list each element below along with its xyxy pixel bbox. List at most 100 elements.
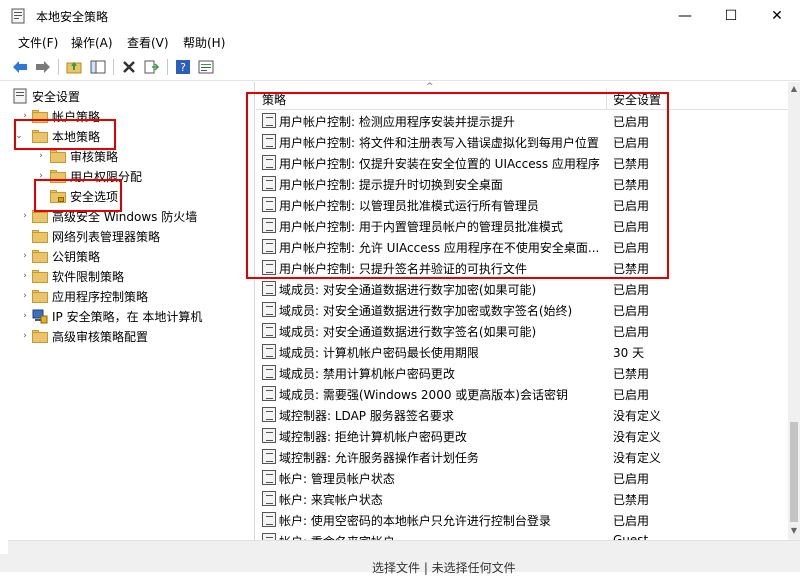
table-row[interactable]: 帐户: 使用空密码的本地帐户只允许进行控制台登录 已启用	[256, 509, 788, 530]
policy-name: 用户帐户控制: 只提升签名并验证的可执行文件	[279, 262, 527, 276]
window-title: 本地安全策略	[36, 10, 109, 24]
table-row[interactable]: 域成员: 计算机帐户密码最长使用期限 30 天	[256, 341, 788, 362]
table-row[interactable]: 用户帐户控制: 将文件和注册表写入错误虚拟化到每用户位置 已启用	[256, 131, 788, 152]
policy-setting: 已启用	[613, 514, 650, 528]
policy-setting: 已禁用	[613, 178, 650, 192]
export-list-icon[interactable]	[142, 57, 162, 77]
tree-item-local-policies[interactable]: 本地策略	[32, 126, 100, 146]
show-hide-tree-icon[interactable]	[88, 57, 108, 77]
policy-setting: 已禁用	[613, 367, 650, 381]
policy-name: 用户帐户控制: 提示提升时切换到安全桌面	[279, 178, 503, 192]
table-row[interactable]: 域控制器: 拒绝计算机帐户密码更改 没有定义	[256, 425, 788, 446]
table-row[interactable]: 用户帐户控制: 仅提升安装在安全位置的 UIAccess 应用程序 已禁用	[256, 152, 788, 173]
vertical-scrollbar[interactable]: ▲ ▼	[788, 82, 800, 540]
chevron-right-icon[interactable]: ›	[20, 306, 30, 326]
table-row[interactable]: 域成员: 对安全通道数据进行数字加密(如果可能) 已启用	[256, 278, 788, 299]
folder-icon	[32, 329, 48, 343]
tree-item-ip-security[interactable]: IP 安全策略，在 本地计算机	[32, 306, 202, 326]
tree-item-firewall[interactable]: 高级安全 Windows 防火墙	[32, 206, 197, 226]
menu-action[interactable]: 操作(A)	[71, 34, 113, 51]
help-icon[interactable]: ?	[173, 57, 193, 77]
chevron-right-icon[interactable]: ›	[20, 106, 30, 126]
tree-label: 帐户策略	[52, 109, 101, 124]
scroll-down-icon[interactable]: ▼	[788, 526, 800, 538]
delete-icon[interactable]	[119, 57, 139, 77]
policy-setting: 已禁用	[613, 262, 650, 276]
policy-icon	[262, 155, 276, 170]
chevron-down-icon[interactable]: ⌄	[14, 126, 24, 146]
table-row[interactable]: 域成员: 对安全通道数据进行数字加密或数字签名(始终) 已启用	[256, 299, 788, 320]
policy-setting: 已禁用	[613, 157, 650, 171]
table-row[interactable]: 用户帐户控制: 允许 UIAccess 应用程序在不使用安全桌面... 已启用	[256, 236, 788, 257]
scroll-thumb[interactable]	[790, 422, 798, 522]
tree-item-advanced-audit[interactable]: 高级审核策略配置	[32, 326, 148, 346]
column-divider[interactable]	[606, 88, 607, 110]
back-arrow-icon[interactable]	[10, 57, 30, 77]
forward-arrow-icon[interactable]	[33, 57, 53, 77]
table-row[interactable]: 用户帐户控制: 检测应用程序安装并提示提升 已启用	[256, 110, 788, 131]
column-header-setting[interactable]: 安全设置	[613, 91, 661, 108]
status-bar: 选择文件 | 未选择任何文件	[0, 554, 800, 575]
table-row[interactable]: 帐户: 管理员帐户状态 已启用	[256, 467, 788, 488]
chevron-right-icon[interactable]: ›	[36, 146, 46, 166]
policy-name: 域成员: 禁用计算机帐户密码更改	[279, 367, 455, 381]
policy-icon	[262, 113, 276, 128]
policy-icon	[262, 365, 276, 380]
menu-file[interactable]: 文件(F)	[18, 34, 58, 51]
tree-item-audit-policy[interactable]: 审核策略	[50, 146, 118, 166]
up-folder-icon[interactable]	[64, 57, 84, 77]
table-row[interactable]: 帐户: 来宾帐户状态 已禁用	[256, 488, 788, 509]
chevron-right-icon[interactable]: ›	[36, 166, 46, 186]
table-row[interactable]: 域成员: 禁用计算机帐户密码更改 已禁用	[256, 362, 788, 383]
chevron-right-icon[interactable]: ›	[20, 326, 30, 346]
tree-item-network-list[interactable]: 网络列表管理器策略	[32, 226, 160, 246]
chevron-right-icon[interactable]: ›	[20, 246, 30, 266]
menu-help[interactable]: 帮助(H)	[183, 34, 225, 51]
chevron-right-icon[interactable]: ›	[20, 266, 30, 286]
policy-setting: 已启用	[613, 220, 650, 234]
table-row[interactable]: 用户帐户控制: 只提升签名并验证的可执行文件 已禁用	[256, 257, 788, 278]
policy-setting: 已启用	[613, 388, 650, 402]
policy-icon	[262, 428, 276, 443]
tree-root-security-settings[interactable]: 安全设置	[12, 86, 80, 106]
folder-icon	[32, 129, 48, 143]
tree-item-app-control[interactable]: 应用程序控制策略	[32, 286, 148, 306]
chevron-right-icon[interactable]: ›	[20, 286, 30, 306]
policy-name: 帐户: 使用空密码的本地帐户只允许进行控制台登录	[279, 514, 551, 528]
tree-item-account-policies[interactable]: 帐户策略	[32, 106, 100, 126]
policy-name: 用户帐户控制: 允许 UIAccess 应用程序在不使用安全桌面...	[279, 241, 600, 255]
chevron-right-icon[interactable]: ›	[20, 206, 30, 226]
tree-item-public-key[interactable]: 公钥策略	[32, 246, 100, 266]
tree-label: 应用程序控制策略	[52, 289, 149, 304]
properties-icon[interactable]	[196, 57, 216, 77]
policy-setting: 已禁用	[613, 493, 650, 507]
table-row[interactable]: 域成员: 对安全通道数据进行数字签名(如果可能) 已启用	[256, 320, 788, 341]
table-row[interactable]: 域成员: 需要强(Windows 2000 或更高版本)会话密钥 已启用	[256, 383, 788, 404]
table-row[interactable]: 用户帐户控制: 用于内置管理员帐户的管理员批准模式 已启用	[256, 215, 788, 236]
horizontal-scrollbar[interactable]	[8, 540, 800, 554]
close-button[interactable]: ✕	[754, 0, 800, 31]
folder-icon	[32, 289, 48, 303]
minimize-button[interactable]: —	[662, 0, 708, 31]
policy-setting: Guest	[613, 533, 649, 540]
folder-icon	[32, 249, 48, 263]
policy-setting: 没有定义	[613, 430, 662, 444]
policy-setting: 没有定义	[613, 451, 662, 465]
menu-view[interactable]: 查看(V)	[127, 34, 169, 51]
tree-item-software-restriction[interactable]: 软件限制策略	[32, 266, 124, 286]
table-row[interactable]: 用户帐户控制: 以管理员批准模式运行所有管理员 已启用	[256, 194, 788, 215]
tree-label: 安全选项	[70, 189, 119, 204]
table-row[interactable]: 帐户: 重命名来宾帐户 Guest	[256, 530, 788, 540]
tree-item-security-options[interactable]: 安全选项	[50, 186, 118, 206]
column-header-policy[interactable]: 策略	[262, 91, 286, 108]
maximize-button[interactable]: ☐	[708, 0, 754, 31]
ip-security-icon	[32, 309, 48, 324]
table-row[interactable]: 域控制器: 允许服务器操作者计划任务 没有定义	[256, 446, 788, 467]
list-header: ^ 策略 安全设置	[256, 82, 788, 110]
table-row[interactable]: 域控制器: LDAP 服务器签名要求 没有定义	[256, 404, 788, 425]
policy-name: 域控制器: 拒绝计算机帐户密码更改	[279, 430, 467, 444]
table-row[interactable]: 用户帐户控制: 提示提升时切换到安全桌面 已禁用	[256, 173, 788, 194]
policy-setting: 已启用	[613, 115, 650, 129]
scroll-up-icon[interactable]: ▲	[788, 84, 800, 96]
tree-item-user-rights[interactable]: 用户权限分配	[50, 166, 142, 186]
